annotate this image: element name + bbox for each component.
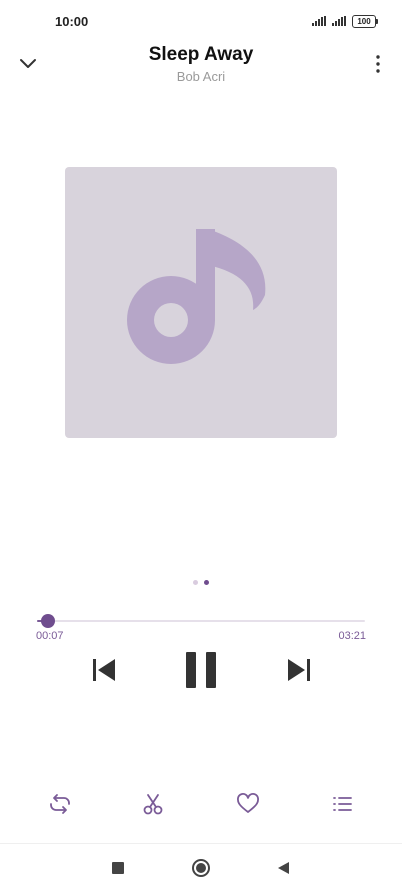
signal-icon [312,16,326,26]
skip-next-icon [288,659,310,681]
back-button[interactable] [276,861,290,875]
scissors-icon [143,794,163,815]
pager-dot[interactable] [193,580,198,585]
circle-icon [192,859,210,877]
elapsed-time: 00:07 [36,630,64,642]
repeat-button[interactable] [46,790,74,818]
total-time: 03:21 [338,630,366,642]
skip-previous-icon [93,659,115,681]
previous-button[interactable] [90,655,118,685]
triangle-back-icon [278,862,289,874]
album-art [65,167,337,438]
signal-icon [332,16,346,26]
favorite-button[interactable] [234,790,262,818]
more-vertical-icon [376,55,380,73]
battery-icon: 100 [352,14,378,28]
next-button[interactable] [285,655,313,685]
queue-button[interactable] [328,790,356,818]
music-note-icon [127,229,266,364]
home-button[interactable] [191,858,211,878]
repeat-icon [50,794,70,814]
heart-icon [237,793,259,813]
pause-icon [186,652,216,688]
more-options-button[interactable] [372,52,384,76]
pager-dot-active[interactable] [204,580,209,585]
cut-button[interactable] [139,790,167,818]
pager-dots [0,580,402,585]
playlist-icon [333,797,352,811]
status-indicators: 100 [312,14,378,28]
song-title: Sleep Away [148,44,254,65]
recents-button[interactable] [112,862,124,874]
seek-bar-thumb[interactable] [41,614,56,628]
artist-name: Bob Acri [176,69,226,84]
status-time: 10:00 [55,14,89,29]
nav-divider [0,843,402,844]
pause-button[interactable] [184,650,218,690]
seek-bar[interactable] [37,620,365,622]
